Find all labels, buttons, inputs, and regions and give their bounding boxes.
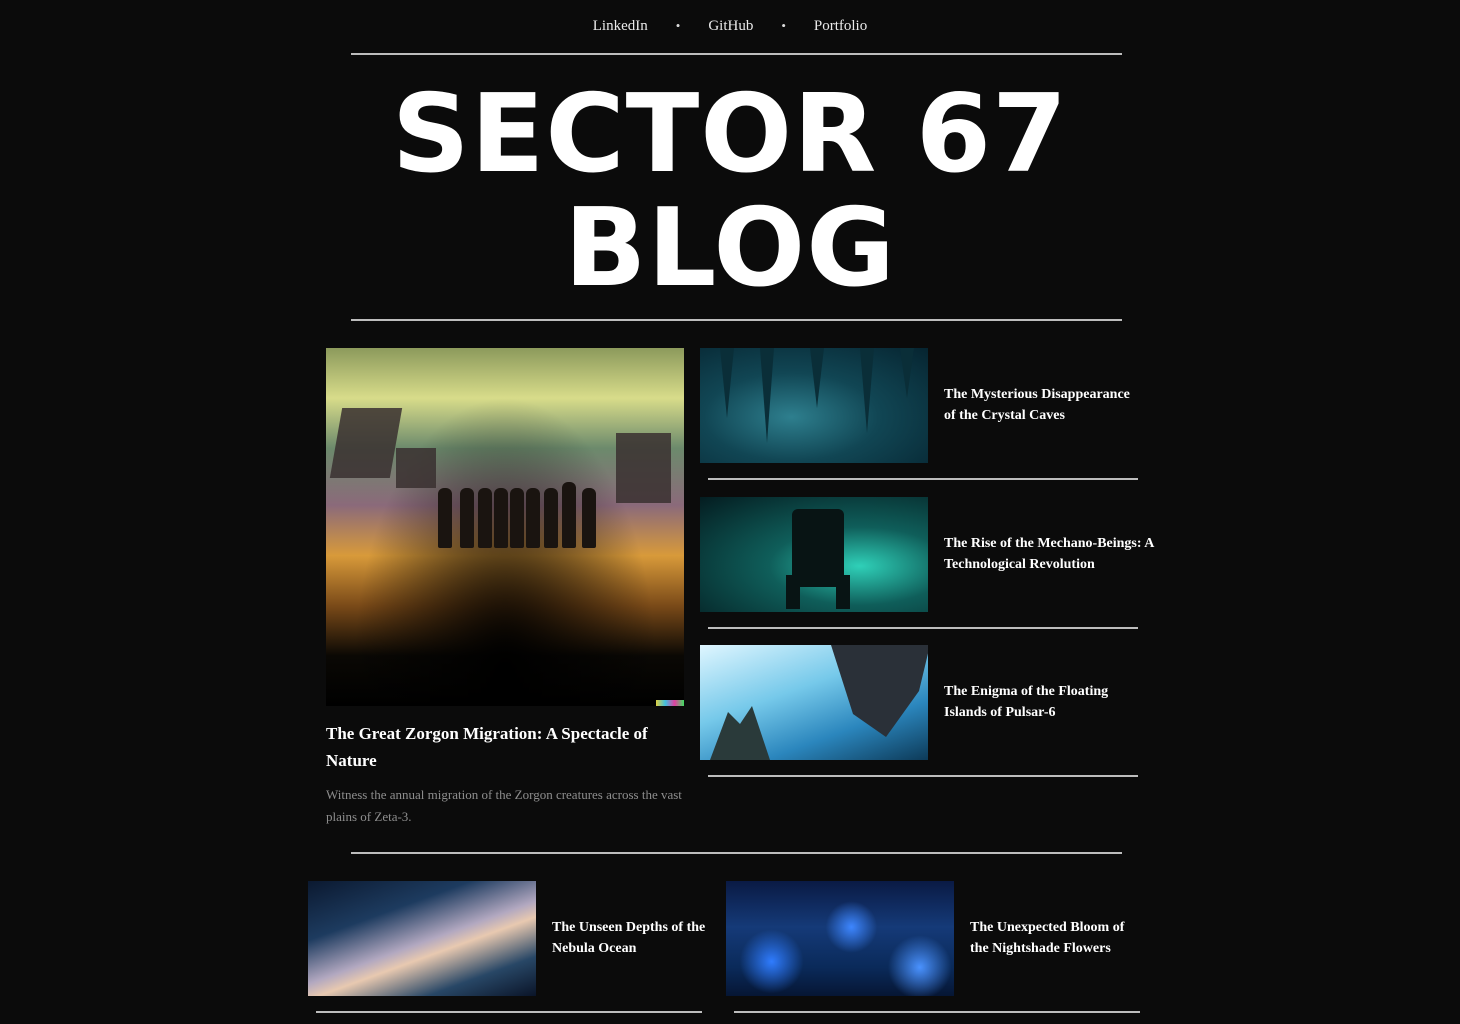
nav-separator: •	[781, 18, 786, 33]
featured-post-image[interactable]	[326, 348, 684, 706]
nav-separator: •	[675, 18, 681, 33]
post-title[interactable]: The Unexpected Bloom of the Nightshade F…	[970, 917, 1140, 959]
divider	[708, 478, 1138, 480]
nav-link-linkedin[interactable]: LinkedIn	[593, 18, 648, 35]
post-thumbnail-crystal-caves[interactable]	[700, 348, 928, 463]
post-title[interactable]: The Enigma of the Floating Islands of Pu…	[944, 681, 1134, 723]
post-title[interactable]: The Unseen Depths of the Nebula Ocean	[552, 917, 717, 959]
nav-link-github[interactable]: GitHub	[708, 18, 753, 35]
site-title: SECTOR 67 BLOG	[0, 78, 1460, 306]
site-title-line-2: BLOG	[564, 186, 896, 311]
nav-link-portfolio[interactable]: Portfolio	[814, 18, 867, 35]
featured-post-description: Witness the annual migration of the Zorg…	[326, 787, 682, 824]
site-title-line-1: SECTOR 67	[391, 72, 1069, 197]
divider	[351, 53, 1122, 55]
featured-post-title[interactable]: The Great Zorgon Migration: A Spectacle …	[326, 720, 686, 774]
post-thumbnail-mechano-beings[interactable]	[700, 497, 928, 612]
image-watermark	[656, 700, 684, 706]
post-title[interactable]: The Rise of the Mechano-Beings: A Techno…	[944, 533, 1154, 575]
divider	[708, 627, 1138, 629]
top-nav: LinkedIn • GitHub • Portfolio	[0, 0, 1460, 52]
divider	[351, 319, 1122, 321]
divider	[734, 1011, 1140, 1013]
post-thumbnail-nightshade-flowers[interactable]	[726, 881, 954, 996]
post-title[interactable]: The Mysterious Disappearance of the Crys…	[944, 384, 1144, 426]
divider	[316, 1011, 702, 1013]
post-thumbnail-nebula-ocean[interactable]	[308, 881, 536, 996]
post-thumbnail-floating-islands[interactable]	[700, 645, 928, 760]
divider	[351, 852, 1122, 854]
divider	[708, 775, 1138, 777]
